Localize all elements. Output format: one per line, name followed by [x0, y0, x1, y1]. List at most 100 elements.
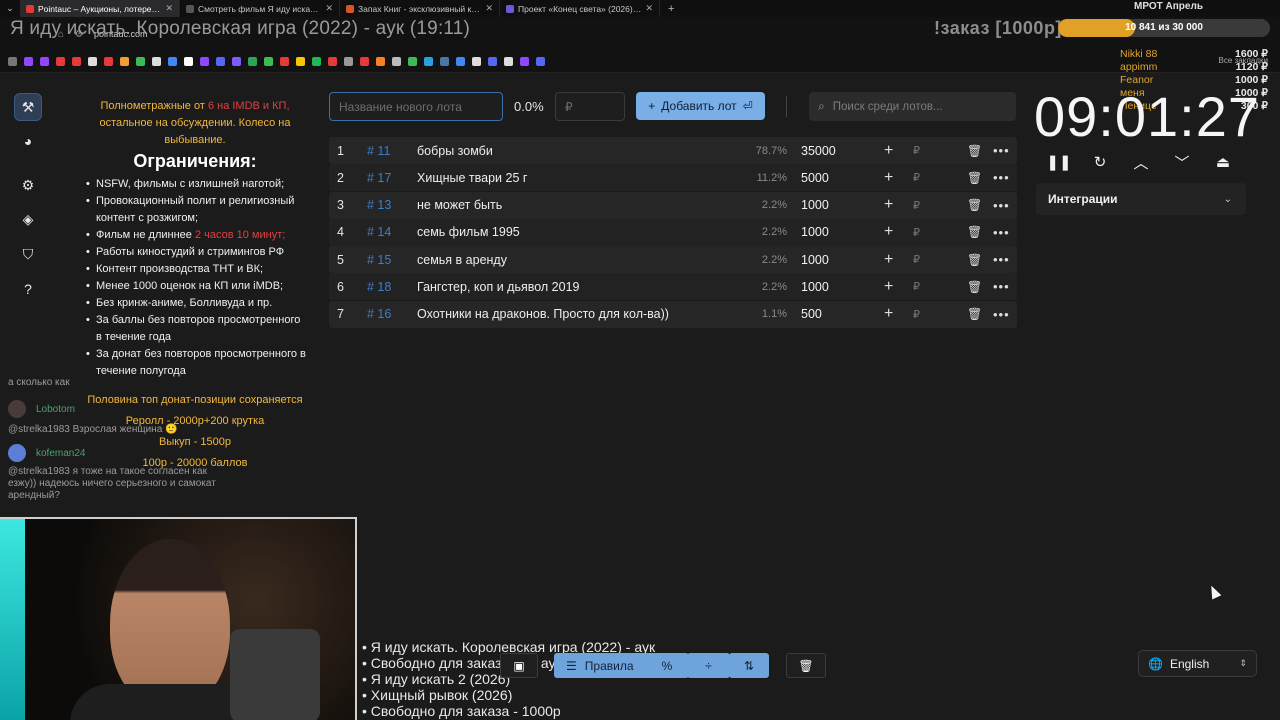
layers-icon[interactable]: ◈ [14, 205, 42, 233]
add-amount-plus-icon[interactable]: + [884, 278, 893, 296]
lot-name[interactable]: бобры зомби [417, 144, 493, 158]
bookmark-icon[interactable] [216, 57, 225, 66]
percent-icon[interactable]: % [645, 653, 689, 678]
bookmark-icon[interactable] [312, 57, 321, 66]
more-options-icon[interactable]: ••• [993, 170, 1010, 185]
bookmark-icon[interactable] [88, 57, 97, 66]
image-icon[interactable]: ▣ [500, 653, 538, 678]
bookmark-icon[interactable] [136, 57, 145, 66]
tab-project[interactable]: Проект «Конец света» (2026)… ✕ [500, 0, 660, 17]
lot-amount[interactable]: 1000 [801, 198, 829, 212]
more-options-icon[interactable]: ••• [993, 279, 1010, 294]
lot-name[interactable]: Охотники на драконов. Просто для кол-ва)… [417, 307, 669, 321]
pause-icon[interactable]: ❚❚ [1046, 150, 1072, 174]
close-tab-icon[interactable]: ✕ [325, 3, 333, 14]
add-amount-plus-icon[interactable]: + [884, 142, 893, 160]
add-lot-button[interactable]: + Добавить лот ⏎ [636, 92, 765, 120]
bookmark-icon[interactable] [104, 57, 113, 66]
close-tab-icon[interactable]: ✕ [485, 3, 493, 14]
lot-amount[interactable]: 500 [801, 307, 822, 321]
tab-movie[interactable]: Смотреть фильм Я иду искать… ✕ [180, 0, 340, 17]
wheel-icon[interactable]: ◕ [14, 127, 42, 155]
lot-name[interactable]: Гангстер, коп и дьявол 2019 [417, 280, 579, 294]
add-amount-plus-icon[interactable]: + [884, 305, 893, 323]
bookmark-icon[interactable] [120, 57, 129, 66]
close-tab-icon[interactable]: ✕ [645, 3, 653, 14]
lot-name[interactable]: семь фильм 1995 [417, 225, 520, 239]
add-amount-plus-icon[interactable]: + [884, 196, 893, 214]
delete-trash-icon[interactable]: 🗑 [967, 144, 982, 158]
chevron-up-icon[interactable]: ︿ [1128, 150, 1154, 174]
lot-add-amount-input[interactable]: ₽ [913, 280, 920, 293]
add-amount-plus-icon[interactable]: + [884, 251, 893, 269]
lot-add-amount-input[interactable]: ₽ [913, 308, 920, 321]
rules-button[interactable]: ☰ Правила [554, 653, 657, 678]
bookmark-icon[interactable] [328, 57, 337, 66]
add-amount-plus-icon[interactable]: + [884, 169, 893, 187]
new-lot-amount-input[interactable] [555, 92, 625, 121]
clear-lots-icon[interactable]: 🗑 [786, 653, 826, 678]
lot-amount[interactable]: 1000 [801, 253, 829, 267]
lot-name[interactable]: семья в аренду [417, 253, 507, 267]
bookmark-icon[interactable] [168, 57, 177, 66]
eject-icon[interactable]: ⏏ [1210, 150, 1236, 174]
bookmark-icon[interactable] [456, 57, 465, 66]
bookmark-icon[interactable] [184, 57, 193, 66]
reset-icon[interactable]: ↻ [1087, 150, 1113, 174]
bookmark-icon[interactable] [360, 57, 369, 66]
lot-amount[interactable]: 5000 [801, 171, 829, 185]
delete-trash-icon[interactable]: 🗑 [967, 307, 982, 321]
integrations-dropdown[interactable]: Интеграции ⌄ [1036, 183, 1246, 215]
tab-list-chevron-icon[interactable]: ⌄ [0, 3, 20, 14]
bookmark-icon[interactable] [296, 57, 305, 66]
bookmark-icon[interactable] [344, 57, 353, 66]
lot-amount[interactable]: 1000 [801, 225, 829, 239]
new-lot-name-input[interactable] [329, 92, 503, 121]
lot-amount[interactable]: 1000 [801, 280, 829, 294]
bookmark-icon[interactable] [232, 57, 241, 66]
bookmark-icon[interactable] [472, 57, 481, 66]
settings-gear-icon[interactable]: ⚙ [14, 171, 42, 199]
more-options-icon[interactable]: ••• [993, 307, 1010, 322]
chevron-down-icon[interactable]: ﹀ [1169, 150, 1195, 174]
auction-hammer-icon[interactable]: ⚒ [14, 93, 42, 121]
bookmark-icon[interactable] [424, 57, 433, 66]
help-icon[interactable]: ? [14, 275, 42, 303]
new-tab-button[interactable]: + [660, 3, 682, 15]
lot-add-amount-input[interactable]: ₽ [913, 144, 920, 157]
more-options-icon[interactable]: ••• [993, 225, 1010, 240]
bookmark-icon[interactable] [152, 57, 161, 66]
delete-trash-icon[interactable]: 🗑 [967, 198, 982, 212]
language-select[interactable]: 🌐 English ⇕ [1138, 650, 1257, 677]
sort-icon[interactable]: ⇅ [729, 653, 769, 678]
shield-icon[interactable]: ⛉ [14, 240, 42, 268]
apps-icon[interactable] [8, 57, 17, 66]
bookmark-icon[interactable] [264, 57, 273, 66]
bookmark-icon[interactable] [392, 57, 401, 66]
bookmark-icon[interactable] [536, 57, 545, 66]
delete-trash-icon[interactable]: 🗑 [967, 280, 982, 294]
add-amount-plus-icon[interactable]: + [884, 223, 893, 241]
bookmark-icon[interactable] [504, 57, 513, 66]
tab-pointauc[interactable]: Pointauc – Аукционы, лотере… ✕ [20, 0, 180, 17]
delete-trash-icon[interactable]: 🗑 [967, 171, 982, 185]
more-options-icon[interactable]: ••• [993, 198, 1010, 213]
bookmark-icon[interactable] [520, 57, 529, 66]
close-tab-icon[interactable]: ✕ [165, 3, 173, 14]
lot-add-amount-input[interactable]: ₽ [913, 171, 920, 184]
lot-add-amount-input[interactable]: ₽ [913, 226, 920, 239]
lot-add-amount-input[interactable]: ₽ [913, 199, 920, 212]
bookmark-icon[interactable] [40, 57, 49, 66]
delete-trash-icon[interactable]: 🗑 [967, 225, 982, 239]
bookmark-icon[interactable] [440, 57, 449, 66]
bookmark-icon[interactable] [56, 57, 65, 66]
bookmark-icon[interactable] [200, 57, 209, 66]
bookmark-icon[interactable] [376, 57, 385, 66]
split-icon[interactable]: ÷ [687, 653, 730, 678]
bookmark-icon[interactable] [248, 57, 257, 66]
bookmark-icon[interactable] [488, 57, 497, 66]
bookmark-icon[interactable] [24, 57, 33, 66]
more-options-icon[interactable]: ••• [993, 252, 1010, 267]
more-options-icon[interactable]: ••• [993, 143, 1010, 158]
bookmark-icon[interactable] [72, 57, 81, 66]
